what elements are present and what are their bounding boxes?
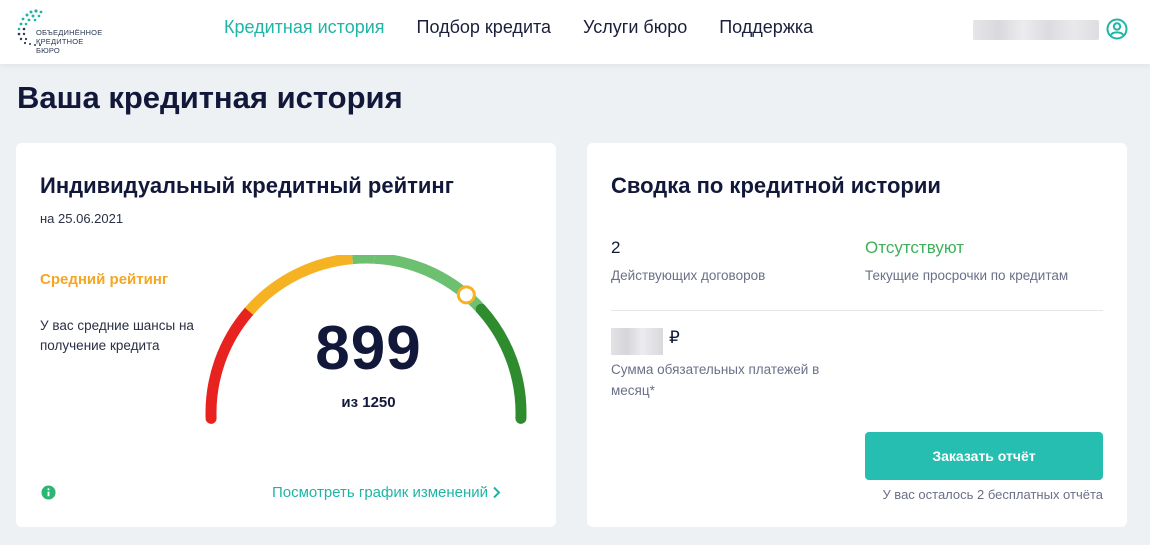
gauge-segment-yellow: [244, 255, 354, 315]
divider: [611, 310, 1103, 311]
rating-score-max: из 1250: [341, 394, 396, 411]
top-header: ОБЪЕДИНЁННОЕ КРЕДИТНОЕ БЮРО Кредитная ис…: [0, 0, 1150, 64]
rating-card-title: Индивидуальный кредитный рейтинг: [40, 173, 454, 198]
logo[interactable]: ОБЪЕДИНЁННОЕ КРЕДИТНОЕ БЮРО: [16, 8, 106, 55]
active-contracts-count: 2: [611, 238, 621, 257]
monthly-payments-amount-blurred: [611, 328, 663, 355]
overdue-status: Отсутствуют: [865, 238, 965, 257]
monthly-payments-label: Сумма обязательных платежей в месяц*: [611, 362, 820, 398]
page-title: Ваша кредитная история: [17, 80, 403, 115]
nav-support[interactable]: Поддержка: [719, 17, 813, 38]
main-nav: Кредитная история Подбор кредита Услуги …: [224, 17, 845, 38]
rating-score: 899: [315, 314, 422, 383]
user-name-blurred[interactable]: [973, 20, 1099, 40]
nav-credit-history[interactable]: Кредитная история: [224, 17, 385, 38]
gauge-marker: [456, 285, 476, 305]
overdue-label: Текущие просрочки по кредитам: [865, 268, 1069, 283]
credit-rating-card: Индивидуальный кредитный рейтинг на 25.0…: [16, 143, 556, 527]
rating-level-label: Средний рейтинг: [40, 271, 169, 288]
free-reports-remaining: У вас осталось 2 бесплатных отчёта: [882, 487, 1103, 502]
currency-symbol: ₽: [669, 328, 680, 347]
info-icon[interactable]: [41, 485, 56, 500]
gauge-segment-red: [205, 305, 255, 424]
rating-date: на 25.06.2021: [40, 211, 124, 226]
logo-line-2: КРЕДИТНОЕ БЮРО: [36, 37, 84, 55]
user-circle-icon[interactable]: [1106, 18, 1128, 40]
logo-line-1: ОБЪЕДИНЁННОЕ: [36, 28, 103, 37]
nav-bureau-services[interactable]: Услуги бюро: [583, 17, 687, 38]
gauge-segment-mid: [352, 255, 375, 265]
active-contracts-label: Действующих договоров: [611, 268, 766, 283]
nav-credit-selection[interactable]: Подбор кредита: [417, 17, 552, 38]
view-changes-chart-link[interactable]: Посмотреть график изменений: [272, 484, 501, 501]
summary-card-title: Сводка по кредитной истории: [611, 173, 941, 198]
rating-description: У вас средние шансы на получение кредита: [40, 318, 194, 353]
logo-text: ОБЪЕДИНЁННОЕ КРЕДИТНОЕ БЮРО: [36, 28, 106, 55]
credit-summary-card: Сводка по кредитной истории 2 Действующи…: [587, 143, 1127, 527]
view-changes-chart-label: Посмотреть график изменений: [272, 484, 489, 501]
chevron-right-icon: [493, 486, 501, 499]
gauge-segment-dark-green: [475, 303, 527, 424]
order-report-button[interactable]: Заказать отчёт: [865, 432, 1103, 480]
